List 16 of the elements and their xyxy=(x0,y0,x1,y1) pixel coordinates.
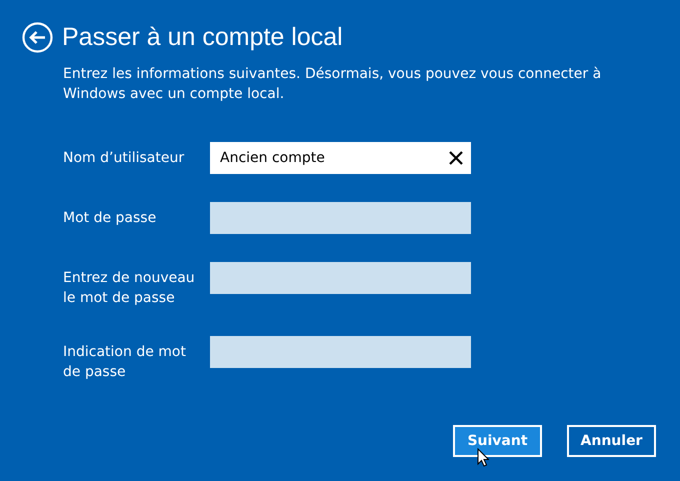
description-text: Entrez les informations suivantes. Désormais, vous pouvez vous connecter à Windows avec un compte local. xyxy=(63,65,602,104)
clear-icon[interactable] xyxy=(449,151,463,165)
cancel-button[interactable]: Annuler xyxy=(567,425,656,457)
field-label: Nom d’utilisateur xyxy=(63,149,186,168)
input-field[interactable] xyxy=(210,262,471,294)
field-label: Mot de passe xyxy=(63,209,158,228)
field-label: Indication de mot de passe xyxy=(63,343,187,382)
input-field[interactable] xyxy=(210,336,471,368)
input-field[interactable] xyxy=(210,202,471,234)
field-value: Ancien compte xyxy=(220,148,326,168)
back-icon[interactable] xyxy=(22,22,53,52)
field-label: Entrez de nouveau le mot de passe xyxy=(63,269,196,308)
mouse-cursor-icon xyxy=(477,448,489,467)
input-field[interactable]: Ancien compte xyxy=(210,142,471,174)
next-button[interactable]: Suivant xyxy=(453,425,542,457)
page-title: Passer à un compte local xyxy=(62,22,343,53)
